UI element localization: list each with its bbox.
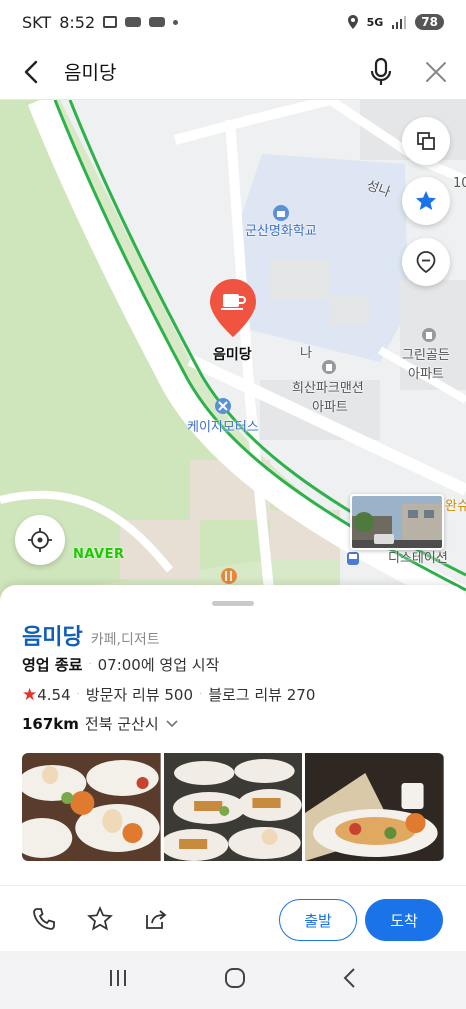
phone-icon [33, 907, 55, 930]
gallery-notification-icon [103, 16, 118, 28]
share-button[interactable] [134, 897, 178, 941]
apartment1-line2: 아파트 [312, 400, 348, 415]
carrier-label: SKT [22, 12, 52, 32]
place-name[interactable]: 음미당 [22, 619, 83, 651]
apartment-icon [322, 360, 336, 374]
separator-dot: · [88, 659, 92, 670]
map-label-apartment1: 희산파크맨션 아파트 [292, 377, 364, 415]
place-bottom-sheet: 음미당 카페,디저트 영업 종료 · 07:00에 영업 시작 ★ 4.54 ·… [0, 585, 466, 951]
bookmark-star-icon [87, 905, 113, 931]
rating-value: 4.54 [37, 685, 71, 704]
map-label-cut-right: 완슈 [445, 499, 466, 514]
business-status: 영업 종료 [22, 656, 83, 674]
time-label: 8:52 [59, 12, 96, 32]
photo-strip [22, 753, 444, 861]
photo-3[interactable] [305, 753, 444, 861]
map-label-number: 10 [453, 176, 466, 191]
separator-dot: · [199, 689, 203, 700]
map-label-na: 나 [300, 346, 312, 361]
place-title-row: 음미당 카페,디저트 [22, 619, 160, 651]
layers-icon [417, 132, 435, 150]
share-icon [146, 909, 167, 929]
signal-icon [392, 16, 407, 29]
close-icon [426, 61, 446, 82]
star-icon [416, 191, 436, 210]
visitor-reviews: 방문자 리뷰 500 [85, 686, 194, 704]
favorites-button[interactable] [402, 177, 450, 225]
distance: 167km [22, 714, 79, 733]
selected-place-pin[interactable] [208, 277, 258, 339]
location-status-icon [347, 15, 358, 29]
search-bar: 음미당 [0, 44, 466, 100]
region: 전북 군산시 [84, 715, 159, 733]
apartment2-line2: 아파트 [408, 367, 444, 382]
system-nav-bar [0, 951, 466, 1009]
place-category: 카페,디저트 [90, 632, 160, 648]
map-view[interactable]: 군산명화학교 희산파크맨션 아파트 그린골든 아파트 케이지모터스 디스테이션 … [0, 100, 466, 600]
blog-reviews: 블로그 리뷰 270 [208, 686, 316, 704]
app-notification-icon-2 [149, 17, 166, 27]
pin-label: 음미당 [213, 347, 252, 363]
street-view-image [352, 496, 442, 548]
search-query[interactable]: 음미당 [64, 58, 356, 85]
apartment-icon-2 [422, 328, 436, 342]
next-open-time: 07:00에 영업 시작 [97, 656, 220, 674]
voice-search-button[interactable] [356, 44, 406, 100]
save-button[interactable] [78, 897, 122, 941]
apartment2-line1: 그린골든 [402, 348, 450, 363]
battery-indicator: 78 [415, 14, 444, 30]
back-icon [343, 968, 355, 988]
action-bar: 출발 도착 [0, 885, 466, 951]
naver-logo: NAVER [73, 547, 125, 562]
chevron-down-icon [166, 719, 178, 727]
sheet-drag-handle[interactable] [212, 601, 254, 606]
system-back-button[interactable] [340, 966, 360, 994]
restaurant-icon [221, 568, 237, 584]
status-bar: SKT 8:52 5G 78 [0, 0, 466, 44]
more-notifications-icon [173, 19, 179, 25]
mic-icon [370, 57, 392, 85]
home-icon [224, 968, 245, 988]
arrive-button[interactable]: 도착 [365, 899, 443, 941]
locate-icon [28, 528, 52, 552]
street-view-thumbnail[interactable] [350, 494, 444, 550]
clear-search-button[interactable] [406, 44, 466, 100]
photo-2[interactable] [163, 753, 303, 861]
map-label-motors: 케이지모터스 [187, 420, 259, 435]
nearby-button[interactable] [402, 238, 450, 286]
layers-button[interactable] [402, 117, 450, 165]
school-icon [273, 205, 289, 221]
map-label-school: 군산명화학교 [245, 224, 317, 239]
pin-outline-icon [416, 251, 436, 274]
recent-apps-button[interactable] [106, 967, 130, 993]
separator-dot: · [76, 689, 80, 700]
back-button[interactable] [0, 44, 64, 100]
repair-shop-icon [215, 398, 231, 414]
map-label-apartment2: 그린골든 아파트 [402, 344, 450, 382]
home-button[interactable] [223, 966, 247, 994]
apartment1-line1: 희산파크맨션 [292, 381, 364, 396]
review-row[interactable]: ★ 4.54 · 방문자 리뷰 500 · 블로그 리뷰 270 [22, 684, 315, 705]
app-notification-icon [125, 17, 142, 27]
network-label: 5G [366, 15, 384, 29]
depart-button[interactable]: 출발 [279, 899, 357, 941]
back-arrow-icon [24, 60, 38, 83]
call-button[interactable] [22, 897, 66, 941]
rating-star-icon: ★ [22, 684, 38, 705]
recent-apps-icon [110, 970, 127, 986]
photo-1[interactable] [22, 753, 161, 861]
bus-stop-icon [347, 552, 359, 565]
distance-row[interactable]: 167km 전북 군산시 [22, 713, 179, 734]
current-location-button[interactable] [15, 515, 65, 565]
hours-row[interactable]: 영업 종료 · 07:00에 영업 시작 [22, 654, 219, 675]
